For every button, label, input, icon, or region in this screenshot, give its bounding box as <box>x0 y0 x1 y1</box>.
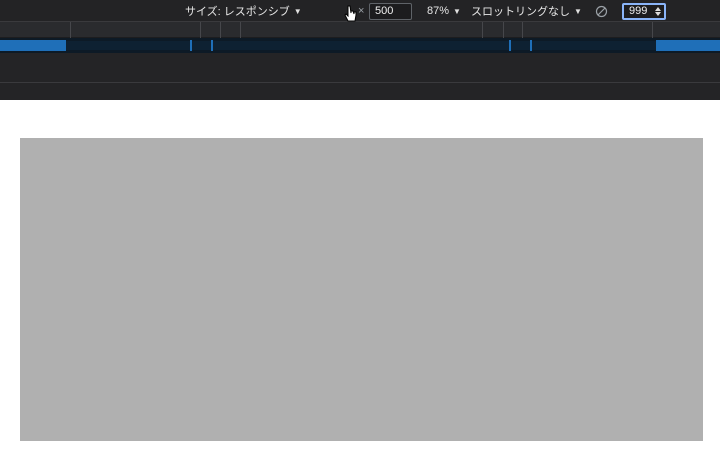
rotate-icon-glyph <box>595 5 608 17</box>
toolbar-divider <box>0 83 720 100</box>
zoom-label: 87% <box>427 5 450 17</box>
emulated-viewport <box>0 100 720 460</box>
media-query-segment[interactable] <box>522 22 523 38</box>
media-query-segment[interactable] <box>70 22 71 38</box>
zoom-dropdown[interactable]: 87% ▼ <box>427 0 461 22</box>
media-query-marker[interactable] <box>211 40 213 51</box>
media-query-bar-min[interactable] <box>0 22 720 38</box>
dimension-separator: × <box>358 5 365 17</box>
page-content-block <box>20 138 703 441</box>
chevron-down-icon: ▼ <box>293 6 302 16</box>
viewport-width-value: 999 <box>629 5 648 17</box>
chevron-down-icon: ▼ <box>453 6 461 16</box>
viewport-height-input[interactable]: 500 <box>369 2 412 20</box>
viewport-height-value: 500 <box>375 5 394 17</box>
media-query-segment[interactable] <box>652 22 653 38</box>
device-size-dropdown[interactable]: サイズ: レスポンシブ ▼ <box>185 0 302 22</box>
chevron-down-icon: ▼ <box>574 6 582 16</box>
mouse-pointer-icon <box>344 5 357 22</box>
media-query-segment[interactable] <box>220 22 221 38</box>
media-query-segment[interactable] <box>482 22 483 38</box>
width-stepper-icon[interactable] <box>653 6 662 18</box>
media-query-range[interactable] <box>66 41 656 50</box>
media-query-marker[interactable] <box>190 40 192 51</box>
media-query-marker[interactable] <box>509 40 511 51</box>
media-query-segment[interactable] <box>200 22 201 38</box>
media-query-marker[interactable] <box>530 40 532 51</box>
device-toolbar: サイズ: レスポンシブ ▼ 999 × 500 87% ▼ スロットリングなし … <box>0 0 720 22</box>
viewport-width-input[interactable]: 999 <box>622 2 666 20</box>
media-query-active-range[interactable] <box>656 40 720 51</box>
stepper-up-icon[interactable] <box>654 7 661 11</box>
rotate-icon[interactable] <box>595 0 609 22</box>
media-query-segment[interactable] <box>240 22 241 38</box>
throttling-dropdown[interactable]: スロットリングなし ▼ <box>471 0 582 22</box>
media-query-segment[interactable] <box>503 22 504 38</box>
device-size-label: サイズ: レスポンシブ <box>185 6 290 18</box>
throttling-label: スロットリングなし <box>471 6 570 18</box>
media-query-active-range[interactable] <box>0 40 66 51</box>
media-query-bar-max[interactable] <box>0 38 720 53</box>
ruler-bar <box>0 53 720 83</box>
stepper-down-icon[interactable] <box>654 12 661 16</box>
